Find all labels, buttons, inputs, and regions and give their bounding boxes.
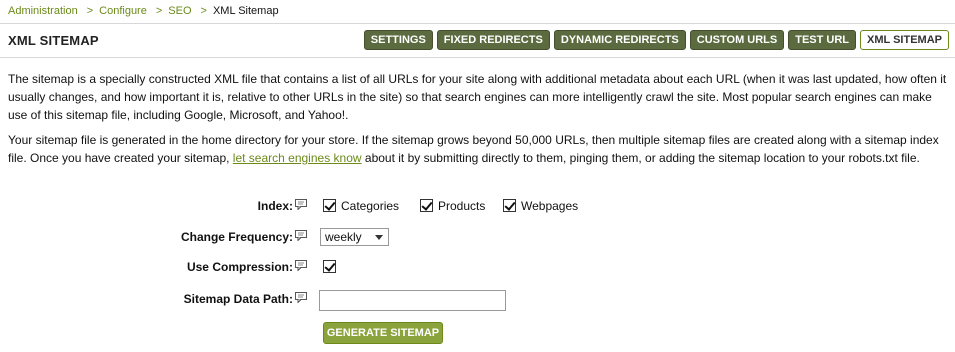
use-compression-checkbox[interactable] [323,260,336,273]
breadcrumb: Administration > Configure > SEO > XML Sitemap [8,5,279,17]
chevron-down-icon [375,235,383,240]
description-paragraph: Your sitemap file is generated in the ho… [8,131,948,167]
help-bubble-icon[interactable] [295,199,307,210]
page-title: XML SITEMAP [8,33,99,48]
index-webpages-option[interactable]: Webpages [503,199,578,213]
change-frequency-row: Change Frequency: weekly [0,228,955,248]
breadcrumb-separator: > [200,5,207,17]
tab-fixed-redirects[interactable]: FIXED REDIRECTS [436,30,550,50]
divider [0,57,955,58]
categories-checkbox[interactable] [323,199,336,212]
help-bubble-icon[interactable] [295,230,307,241]
categories-label: Categories [341,199,400,213]
change-frequency-select[interactable]: weekly [320,228,389,246]
products-checkbox[interactable] [420,199,433,212]
tab-custom-urls[interactable]: CUSTOM URLS [689,30,785,50]
tab-dynamic-redirects[interactable]: DYNAMIC REDIRECTS [553,30,686,50]
sitemap-data-path-input[interactable] [319,290,506,311]
search-engines-link[interactable]: let search engines know [233,151,362,165]
change-frequency-label: Change Frequency: [180,230,293,244]
description-text: about it by submitting directly to them,… [364,151,920,165]
webpages-label: Webpages [521,199,579,213]
index-products-option[interactable]: Products [420,199,485,213]
tab-xml-sitemap[interactable]: XML SITEMAP [860,30,949,50]
breadcrumb-current: XML Sitemap [212,5,279,17]
webpages-checkbox[interactable] [503,199,516,212]
breadcrumb-configure[interactable]: Configure [99,5,147,17]
index-categories-option[interactable]: Categories [323,199,399,213]
change-frequency-value: weekly [325,230,362,244]
tab-bar: SETTINGS FIXED REDIRECTS DYNAMIC REDIREC… [363,30,949,50]
tab-test-url[interactable]: TEST URL [788,30,857,50]
breadcrumb-separator: > [155,5,163,17]
breadcrumb-seo[interactable]: SEO [168,5,191,17]
generate-sitemap-button[interactable]: GENERATE SITEMAP [323,322,443,344]
breadcrumb-separator: > [86,5,94,17]
products-label: Products [438,199,486,213]
use-compression-row: Use Compression: [0,258,955,278]
use-compression-option[interactable] [323,260,336,274]
tab-settings[interactable]: SETTINGS [363,30,433,50]
description-paragraph: The sitemap is a specially constructed X… [8,72,947,122]
index-row: Index: Categories Products Webpages [0,197,955,217]
index-label: Index: [257,199,293,213]
sitemap-data-path-row: Sitemap Data Path: [0,290,955,311]
breadcrumb-administration[interactable]: Administration [8,5,78,17]
help-bubble-icon[interactable] [295,292,307,303]
sitemap-data-path-label: Sitemap Data Path: [183,292,293,306]
divider [0,23,955,24]
help-bubble-icon[interactable] [295,260,307,271]
use-compression-label: Use Compression: [186,260,293,274]
